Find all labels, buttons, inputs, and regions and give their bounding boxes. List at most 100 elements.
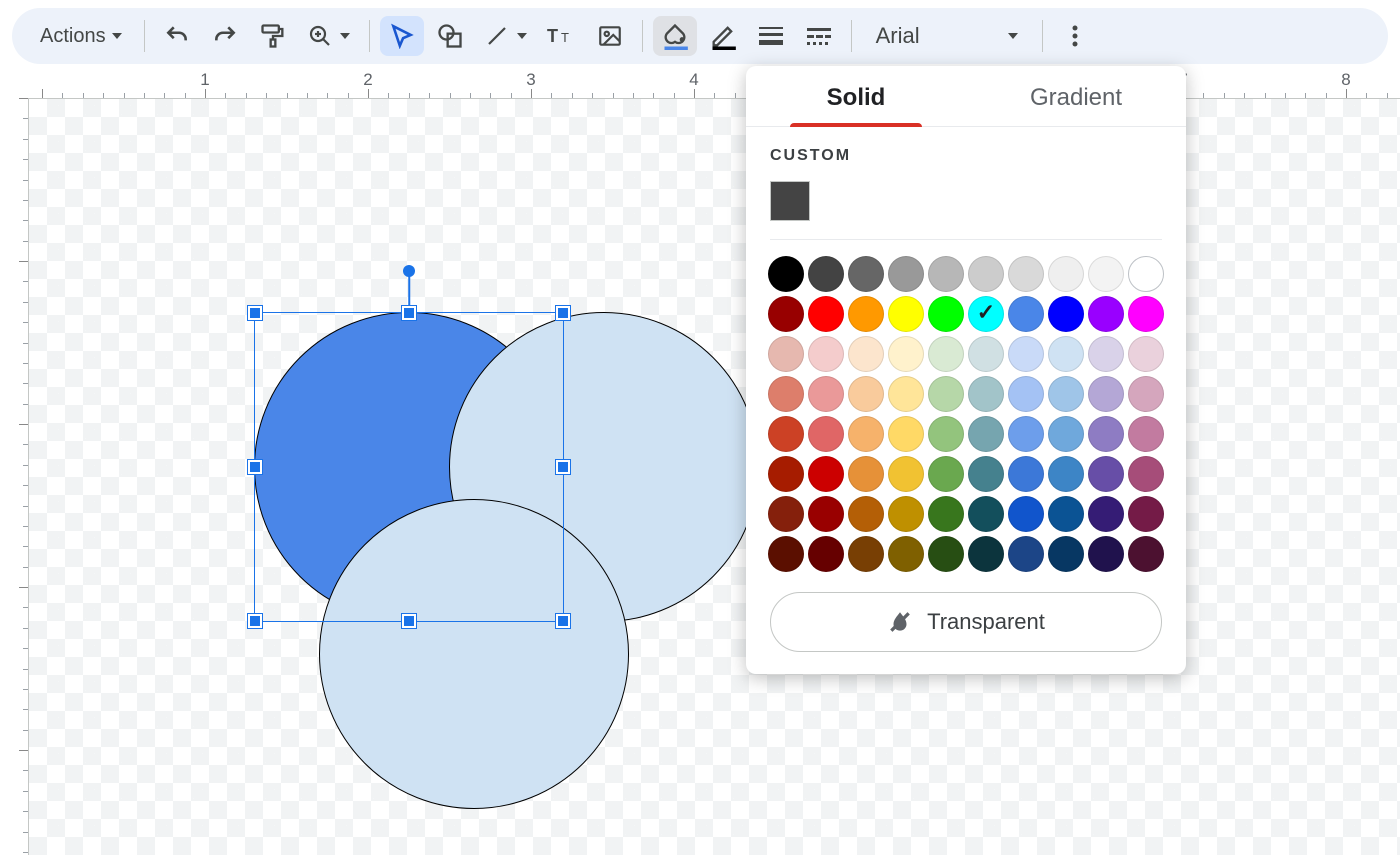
line-tool[interactable] bbox=[476, 16, 536, 56]
color-swatch[interactable] bbox=[968, 376, 1004, 412]
color-swatch[interactable] bbox=[768, 376, 804, 412]
color-swatch[interactable] bbox=[1008, 256, 1044, 292]
color-swatch[interactable] bbox=[848, 376, 884, 412]
color-swatch[interactable] bbox=[928, 456, 964, 492]
color-swatch[interactable] bbox=[888, 456, 924, 492]
resize-handle-se[interactable] bbox=[556, 614, 570, 628]
color-swatch[interactable] bbox=[1048, 496, 1084, 532]
color-swatch[interactable] bbox=[928, 376, 964, 412]
color-swatch[interactable] bbox=[928, 256, 964, 292]
color-swatch[interactable] bbox=[848, 456, 884, 492]
color-swatch[interactable] bbox=[1048, 336, 1084, 372]
color-swatch[interactable] bbox=[1008, 456, 1044, 492]
color-swatch[interactable] bbox=[1048, 256, 1084, 292]
color-swatch[interactable] bbox=[768, 256, 804, 292]
redo-button[interactable] bbox=[203, 16, 247, 56]
select-tool[interactable] bbox=[380, 16, 424, 56]
color-swatch[interactable] bbox=[1128, 336, 1164, 372]
color-swatch[interactable] bbox=[848, 336, 884, 372]
color-swatch[interactable] bbox=[1008, 336, 1044, 372]
color-swatch[interactable] bbox=[808, 536, 844, 572]
color-swatch[interactable] bbox=[848, 416, 884, 452]
canvas[interactable] bbox=[28, 98, 1400, 855]
resize-handle-s[interactable] bbox=[402, 614, 416, 628]
resize-handle-sw[interactable] bbox=[248, 614, 262, 628]
color-swatch[interactable] bbox=[1048, 376, 1084, 412]
color-swatch[interactable] bbox=[1008, 496, 1044, 532]
color-swatch[interactable] bbox=[1088, 256, 1124, 292]
tab-gradient[interactable]: Gradient bbox=[966, 84, 1186, 126]
color-swatch[interactable] bbox=[928, 416, 964, 452]
color-swatch[interactable] bbox=[848, 296, 884, 332]
fill-color-button[interactable] bbox=[653, 16, 697, 56]
color-swatch[interactable] bbox=[968, 496, 1004, 532]
color-swatch[interactable] bbox=[888, 536, 924, 572]
color-swatch[interactable] bbox=[808, 456, 844, 492]
color-swatch[interactable] bbox=[888, 376, 924, 412]
color-swatch[interactable] bbox=[1128, 496, 1164, 532]
color-swatch[interactable] bbox=[848, 536, 884, 572]
color-swatch[interactable] bbox=[808, 256, 844, 292]
color-swatch[interactable] bbox=[768, 536, 804, 572]
resize-handle-e[interactable] bbox=[556, 460, 570, 474]
color-swatch[interactable] bbox=[808, 376, 844, 412]
color-swatch[interactable] bbox=[808, 296, 844, 332]
color-swatch[interactable] bbox=[808, 416, 844, 452]
resize-handle-w[interactable] bbox=[248, 460, 262, 474]
border-dash-button[interactable] bbox=[797, 16, 841, 56]
color-swatch[interactable] bbox=[1128, 376, 1164, 412]
color-swatch[interactable] bbox=[968, 416, 1004, 452]
color-swatch[interactable] bbox=[1048, 536, 1084, 572]
color-swatch[interactable] bbox=[1088, 336, 1124, 372]
border-color-button[interactable] bbox=[701, 16, 745, 56]
color-swatch[interactable] bbox=[888, 256, 924, 292]
color-swatch[interactable] bbox=[1088, 496, 1124, 532]
color-swatch[interactable] bbox=[1008, 376, 1044, 412]
font-family-select[interactable]: Arial bbox=[862, 16, 1032, 56]
actions-menu[interactable]: Actions bbox=[24, 16, 134, 56]
color-swatch[interactable] bbox=[848, 496, 884, 532]
color-swatch[interactable] bbox=[968, 336, 1004, 372]
color-swatch[interactable] bbox=[1128, 536, 1164, 572]
color-swatch[interactable] bbox=[888, 296, 924, 332]
color-swatch[interactable] bbox=[1008, 416, 1044, 452]
color-swatch[interactable] bbox=[888, 416, 924, 452]
custom-color-swatch[interactable] bbox=[770, 181, 810, 221]
color-swatch[interactable] bbox=[1088, 536, 1124, 572]
color-swatch[interactable] bbox=[1048, 296, 1084, 332]
color-swatch[interactable] bbox=[968, 536, 1004, 572]
color-swatch[interactable] bbox=[768, 456, 804, 492]
resize-handle-nw[interactable] bbox=[248, 306, 262, 320]
color-swatch[interactable] bbox=[968, 456, 1004, 492]
color-swatch[interactable] bbox=[928, 336, 964, 372]
more-options-button[interactable] bbox=[1053, 16, 1097, 56]
image-tool[interactable] bbox=[588, 16, 632, 56]
color-swatch[interactable] bbox=[1048, 416, 1084, 452]
paint-format-button[interactable] bbox=[251, 16, 295, 56]
color-swatch[interactable] bbox=[768, 336, 804, 372]
color-swatch[interactable] bbox=[968, 256, 1004, 292]
color-swatch[interactable] bbox=[928, 536, 964, 572]
zoom-menu[interactable] bbox=[299, 16, 359, 56]
color-swatch[interactable] bbox=[1088, 416, 1124, 452]
color-swatch[interactable]: ✓ bbox=[968, 296, 1004, 332]
color-swatch[interactable] bbox=[1088, 456, 1124, 492]
color-swatch[interactable] bbox=[1088, 296, 1124, 332]
undo-button[interactable] bbox=[155, 16, 199, 56]
shape-tool[interactable] bbox=[428, 16, 472, 56]
text-box-tool[interactable]: TT bbox=[540, 16, 584, 56]
color-swatch[interactable] bbox=[768, 416, 804, 452]
color-swatch[interactable] bbox=[888, 496, 924, 532]
color-swatch[interactable] bbox=[1048, 456, 1084, 492]
tab-solid[interactable]: Solid bbox=[746, 84, 966, 126]
resize-handle-ne[interactable] bbox=[556, 306, 570, 320]
color-swatch[interactable] bbox=[1128, 416, 1164, 452]
color-swatch[interactable] bbox=[1128, 256, 1164, 292]
color-swatch[interactable] bbox=[1008, 296, 1044, 332]
color-swatch[interactable] bbox=[928, 496, 964, 532]
color-swatch[interactable] bbox=[928, 296, 964, 332]
color-swatch[interactable] bbox=[808, 336, 844, 372]
transparent-button[interactable]: Transparent bbox=[770, 592, 1162, 652]
color-swatch[interactable] bbox=[848, 256, 884, 292]
color-swatch[interactable] bbox=[1128, 296, 1164, 332]
